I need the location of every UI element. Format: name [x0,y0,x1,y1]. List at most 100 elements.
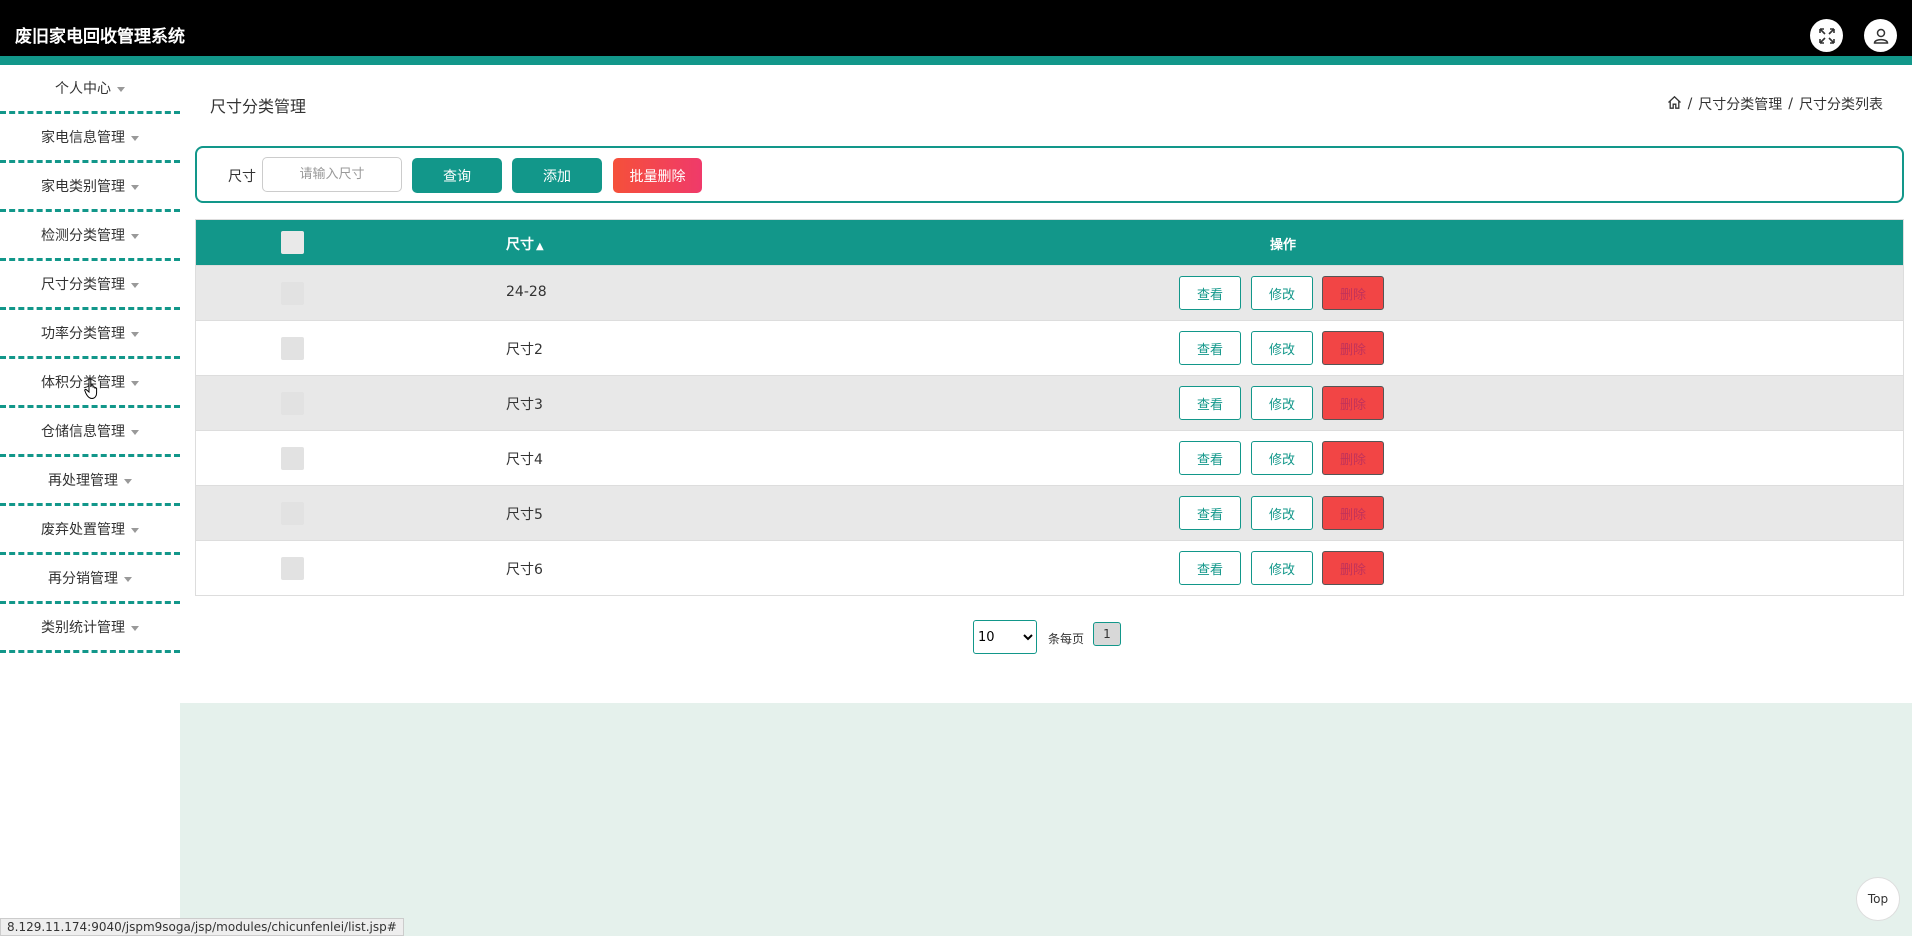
caret-down-icon [131,380,139,386]
delete-button[interactable]: 删除 [1322,496,1384,530]
sidebar-item-label: 再分销管理 [48,571,118,587]
hand-cursor-icon [84,378,100,404]
table-header: 尺寸 ▲︎ 操作 [196,220,1903,265]
page-size-select[interactable]: 10 [973,620,1037,654]
row-checkbox[interactable] [281,282,304,305]
header-accent-bar [0,56,1912,65]
row-checkbox[interactable] [281,392,304,415]
view-button[interactable]: 查看 [1179,276,1241,310]
breadcrumb: / 尺寸分类管理 / 尺寸分类列表 [1667,94,1883,114]
select-all-checkbox[interactable] [281,231,304,254]
table-row: 尺寸2 查看 修改 删除 [196,320,1903,375]
view-button[interactable]: 查看 [1179,496,1241,530]
view-button[interactable]: 查看 [1179,441,1241,475]
row-checkbox[interactable] [281,447,304,470]
sidebar-item-label: 检测分类管理 [41,228,125,244]
query-button[interactable]: 查询 [412,158,502,193]
size-cell: 尺寸3 [506,397,543,413]
sidebar-item-size-category[interactable]: 尺寸分类管理 [0,261,180,310]
edit-button[interactable]: 修改 [1251,551,1313,585]
content-background [180,703,1912,936]
edit-button[interactable]: 修改 [1251,386,1313,420]
operation-column-header: 操作 [1270,238,1297,253]
back-to-top-button[interactable]: Top [1856,877,1900,921]
delete-button[interactable]: 删除 [1322,386,1384,420]
row-checkbox[interactable] [281,557,304,580]
page-number-button[interactable]: 1 [1093,622,1121,646]
sidebar-item-power-category[interactable]: 功率分类管理 [0,310,180,359]
edit-button[interactable]: 修改 [1251,441,1313,475]
caret-down-icon [131,135,139,141]
sidebar-item-storage-info[interactable]: 仓储信息管理 [0,408,180,457]
sidebar-item-redistribution[interactable]: 再分销管理 [0,555,180,604]
sidebar-item-label: 家电类别管理 [41,179,125,195]
sidebar-item-disposal[interactable]: 废弃处置管理 [0,506,180,555]
caret-down-icon [131,625,139,631]
size-search-input[interactable] [262,157,402,192]
delete-button[interactable]: 删除 [1322,551,1384,585]
caret-down-icon [131,184,139,190]
caret-down-icon [131,527,139,533]
home-icon[interactable] [1667,95,1682,114]
page-title: 尺寸分类管理 [210,97,307,116]
size-cell: 尺寸2 [506,342,543,358]
sidebar: 个人中心 家电信息管理 家电类别管理 检测分类管理 尺寸分类管理 功率分类管理 … [0,65,180,936]
breadcrumb-separator: / [1788,96,1793,112]
sidebar-item-inspection-category[interactable]: 检测分类管理 [0,212,180,261]
size-cell: 24-28 [506,284,547,300]
search-label: 尺寸 [228,169,256,185]
edit-button[interactable]: 修改 [1251,331,1313,365]
per-page-label: 条每页 [1048,632,1085,646]
fullscreen-icon[interactable] [1810,19,1843,52]
view-button[interactable]: 查看 [1179,386,1241,420]
sidebar-item-label: 仓储信息管理 [41,424,125,440]
size-table: 尺寸 ▲︎ 操作 24-28 查看 修改 删除 尺寸2 查看 修改 删除 尺寸3 … [195,219,1904,596]
batch-delete-button[interactable]: 批量删除 [613,158,702,193]
breadcrumb-separator: / [1687,96,1693,112]
caret-down-icon [124,576,132,582]
delete-button[interactable]: 删除 [1322,276,1384,310]
table-row: 尺寸6 查看 修改 删除 [196,540,1903,595]
breadcrumb-item-current: 尺寸分类列表 [1799,97,1883,113]
row-checkbox[interactable] [281,337,304,360]
size-cell: 尺寸5 [506,507,543,523]
breadcrumb-item[interactable]: 尺寸分类管理 [1698,94,1782,114]
caret-down-icon [131,282,139,288]
table-row: 尺寸3 查看 修改 删除 [196,375,1903,430]
sidebar-item-personal-center[interactable]: 个人中心 [0,65,180,114]
sidebar-item-label: 个人中心 [55,81,111,97]
size-cell: 尺寸4 [506,452,543,468]
caret-down-icon [124,478,132,484]
sidebar-item-label: 类别统计管理 [41,620,125,636]
edit-button[interactable]: 修改 [1251,496,1313,530]
delete-button[interactable]: 删除 [1322,441,1384,475]
sidebar-item-label: 家电信息管理 [41,130,125,146]
size-column-header[interactable]: 尺寸 ▲︎ [506,234,544,254]
sidebar-item-label: 功率分类管理 [41,326,125,342]
user-icon[interactable] [1864,19,1897,52]
delete-button[interactable]: 删除 [1322,331,1384,365]
sidebar-item-label: 尺寸分类管理 [41,277,125,293]
sidebar-item-reprocessing[interactable]: 再处理管理 [0,457,180,506]
caret-down-icon [117,86,125,92]
size-cell: 尺寸6 [506,562,543,578]
caret-down-icon [131,429,139,435]
top-header: 废旧家电回收管理系统 [0,0,1912,56]
caret-down-icon [131,331,139,337]
sidebar-item-label: 再处理管理 [48,473,118,489]
row-checkbox[interactable] [281,502,304,525]
view-button[interactable]: 查看 [1179,551,1241,585]
sidebar-item-appliance-category[interactable]: 家电类别管理 [0,163,180,212]
sidebar-item-appliance-info[interactable]: 家电信息管理 [0,114,180,163]
view-button[interactable]: 查看 [1179,331,1241,365]
table-row: 尺寸5 查看 修改 删除 [196,485,1903,540]
status-bar-url: 8.129.11.174:9040/jspm9soga/jsp/modules/… [0,918,404,936]
sidebar-item-label: 体积分类管理 [41,375,125,391]
edit-button[interactable]: 修改 [1251,276,1313,310]
add-button[interactable]: 添加 [512,158,602,193]
sidebar-item-label: 废弃处置管理 [41,522,125,538]
caret-down-icon [131,233,139,239]
sidebar-item-category-stats[interactable]: 类别统计管理 [0,604,180,653]
table-row: 尺寸4 查看 修改 删除 [196,430,1903,485]
sort-icon[interactable]: ▲︎ [536,241,544,252]
